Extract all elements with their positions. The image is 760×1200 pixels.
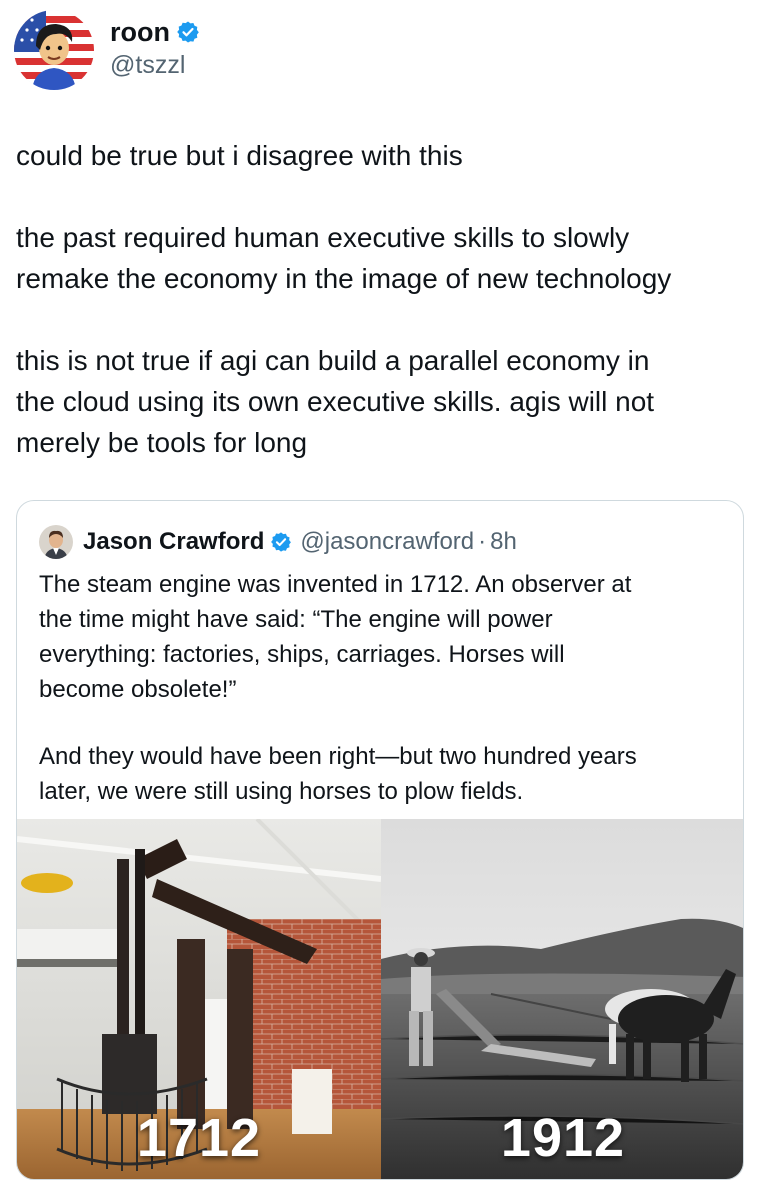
quote-line: And they would have been right—but two h… bbox=[39, 743, 637, 770]
post-line: the cloud using its own executive skills… bbox=[16, 386, 655, 417]
separator-dot: · bbox=[478, 528, 487, 555]
post-line: the past required human executive skills… bbox=[16, 222, 630, 253]
post-line: merely be tools for long bbox=[16, 427, 308, 458]
year-label-left: 1712 bbox=[136, 1108, 262, 1168]
quoted-tweet-text: The steam engine was invented in 1712. A… bbox=[39, 567, 729, 809]
quote-line: The steam engine was invented in 1712. A… bbox=[39, 571, 632, 598]
year-label-right: 1912 bbox=[500, 1108, 626, 1168]
author-handle[interactable]: @tszzl bbox=[110, 50, 185, 80]
post-text: could be true but i disagree with this t… bbox=[16, 135, 746, 463]
quoted-author-avatar[interactable] bbox=[39, 525, 73, 559]
quoted-tweet-card[interactable]: Jason Crawford @jasoncrawford · 8h The s… bbox=[16, 500, 744, 1180]
quoted-timestamp[interactable]: 8h bbox=[490, 528, 517, 556]
author-name[interactable]: roon bbox=[110, 16, 170, 48]
quoted-media[interactable]: 1712 1912 bbox=[17, 819, 743, 1179]
quote-line: everything: factories, ships, carriages.… bbox=[39, 641, 565, 668]
quoted-author-handle[interactable]: @jasoncrawford bbox=[300, 528, 474, 556]
author-avatar[interactable] bbox=[14, 10, 94, 90]
post-line: remake the economy in the image of new t… bbox=[16, 263, 672, 294]
post-line: this is not true if agi can build a para… bbox=[16, 345, 650, 376]
quote-line: become obsolete!” bbox=[39, 676, 237, 703]
steam-engine-photo[interactable]: 1712 bbox=[17, 819, 381, 1179]
horse-plowing-photo[interactable]: 1912 bbox=[381, 819, 743, 1179]
verified-badge-icon bbox=[270, 531, 292, 553]
author-name-row: roon bbox=[110, 16, 200, 48]
quoted-tweet-header: Jason Crawford @jasoncrawford · 8h bbox=[39, 523, 517, 561]
quote-line: the time might have said: “The engine wi… bbox=[39, 606, 553, 633]
tweet: roon @tszzl could be true but i disagree… bbox=[0, 0, 760, 1200]
post-line: could be true but i disagree with this bbox=[16, 140, 463, 171]
quote-line: later, we were still using horses to plo… bbox=[39, 778, 524, 805]
verified-badge-icon bbox=[176, 20, 200, 44]
quoted-author-name[interactable]: Jason Crawford bbox=[83, 528, 264, 556]
